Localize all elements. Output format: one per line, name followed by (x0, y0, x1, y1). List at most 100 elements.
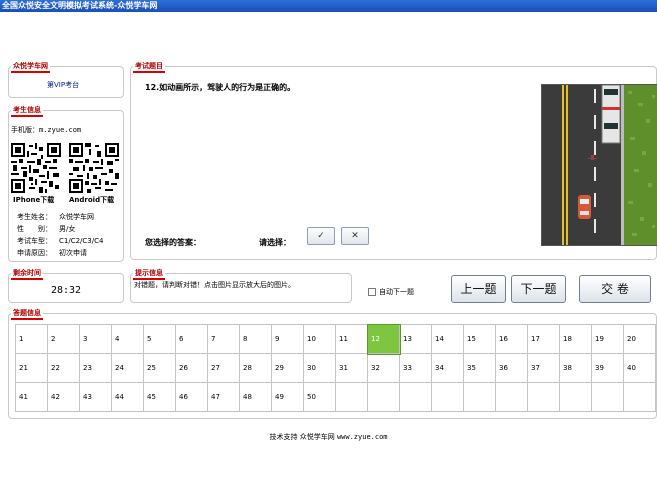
question-cell-48[interactable]: 48 (239, 382, 272, 412)
question-cell-4[interactable]: 4 (111, 324, 144, 354)
question-cell-49[interactable]: 49 (271, 382, 304, 412)
question-cell-19[interactable]: 19 (591, 324, 624, 354)
answer-grid-row: 41 42 43 44 45 46 47 48 49 50 (15, 382, 656, 412)
question-cell-3[interactable]: 3 (79, 324, 112, 354)
candidate-name-row: 考生姓名： 众悦学车网 (17, 212, 94, 222)
mobile-site-text: 手机版：m.zyue.com (11, 126, 82, 134)
answer-grid-row: 21 22 23 24 25 26 27 28 29 30 31 32 33 34 35 36 37 38 39 40 (15, 353, 656, 383)
empty-cell (431, 382, 464, 412)
question-cell-14[interactable]: 14 (431, 324, 464, 354)
question-cell-26[interactable]: 26 (175, 353, 208, 383)
school-panel: 众悦学车网 第VIP考台 (8, 61, 124, 98)
empty-cell (463, 382, 496, 412)
question-cell-12[interactable]: 12 (366, 323, 401, 355)
window-title: 全国众悦安全文明模拟考试系统-众悦学车网 (2, 1, 158, 10)
hint-panel: 提示信息 对错题，请判断对错！点击图片显示放大后的图片。 (130, 268, 352, 303)
question-cell-37[interactable]: 37 (527, 353, 560, 383)
answer-correct-button[interactable]: ✓ (307, 227, 335, 245)
question-cell-17[interactable]: 17 (527, 324, 560, 354)
question-cell-25[interactable]: 25 (143, 353, 176, 383)
footer: 技术支持 众悦学车网 www.zyue.com (0, 432, 657, 442)
question-cell-6[interactable]: 6 (175, 324, 208, 354)
timer-panel-title: 剩余时间 (11, 268, 43, 280)
question-cell-29[interactable]: 29 (271, 353, 304, 383)
question-cell-1[interactable]: 1 (15, 324, 48, 354)
question-text: 12.如动画所示，驾驶人的行为是正确的。 (145, 83, 296, 92)
question-cell-31[interactable]: 31 (335, 353, 368, 383)
answer-grid: 1 2 3 4 5 6 7 8 9 10 11 12 13 14 15 16 17 18 19 20 21 22 23 24 2… (15, 323, 656, 412)
question-cell-23[interactable]: 23 (79, 353, 112, 383)
question-cell-39[interactable]: 39 (591, 353, 624, 383)
question-cell-11[interactable]: 11 (335, 324, 368, 354)
question-cell-7[interactable]: 7 (207, 324, 240, 354)
question-cell-30[interactable]: 30 (303, 353, 336, 383)
candidate-panel-title: 考生信息 (11, 105, 43, 117)
question-cell-24[interactable]: 24 (111, 353, 144, 383)
question-cell-28[interactable]: 28 (239, 353, 272, 383)
question-cell-15[interactable]: 15 (463, 324, 496, 354)
submit-exam-button[interactable]: 交 卷 (579, 275, 651, 303)
android-qr-code-icon[interactable] (69, 143, 119, 193)
candidate-name-key: 考生姓名： (17, 213, 52, 221)
footer-url[interactable]: www.zyue.com (337, 433, 388, 441)
auto-next-checkbox[interactable]: 自动下一题 (368, 287, 414, 297)
question-cell-27[interactable]: 27 (207, 353, 240, 383)
school-panel-title: 众悦学车网 (11, 61, 50, 73)
question-cell-34[interactable]: 34 (431, 353, 464, 383)
question-cell-20[interactable]: 20 (623, 324, 656, 354)
question-cell-16[interactable]: 16 (495, 324, 528, 354)
remaining-time: 28:32 (50, 285, 82, 296)
answer-wrong-button[interactable]: ✕ (341, 227, 369, 245)
question-cell-22[interactable]: 22 (47, 353, 80, 383)
footer-support-label: 技术支持 众悦学车网 (269, 433, 335, 441)
question-cell-40[interactable]: 40 (623, 353, 656, 383)
candidate-vehicle-row: 考试车型： C1/C2/C3/C4 (17, 236, 103, 246)
question-cell-36[interactable]: 36 (495, 353, 528, 383)
question-cell-45[interactable]: 45 (143, 382, 176, 412)
candidate-reason-row: 申请原因： 初次申请 (17, 248, 87, 258)
question-cell-5[interactable]: 5 (143, 324, 176, 354)
question-cell-46[interactable]: 46 (175, 382, 208, 412)
candidate-reason-key: 申请原因： (17, 249, 52, 257)
question-panel: 考试题目 12.如动画所示，驾驶人的行为是正确的。 您选择的答案： 请选择： ✓… (130, 61, 657, 260)
question-cell-41[interactable]: 41 (15, 382, 48, 412)
iphone-qr-code-icon[interactable] (11, 143, 61, 193)
question-cell-44[interactable]: 44 (111, 382, 144, 412)
answer-grid-row: 1 2 3 4 5 6 7 8 9 10 11 12 13 14 15 16 17 18 19 20 (15, 323, 656, 355)
hint-text: 对错题，请判断对错！点击图片显示放大后的图片。 (134, 281, 295, 289)
question-cell-50[interactable]: 50 (303, 382, 336, 412)
question-cell-42[interactable]: 42 (47, 382, 80, 412)
cross-icon: ✕ (351, 231, 359, 241)
check-icon: ✓ (317, 231, 325, 241)
question-cell-35[interactable]: 35 (463, 353, 496, 383)
question-cell-33[interactable]: 33 (399, 353, 432, 383)
question-cell-32[interactable]: 32 (367, 353, 400, 383)
empty-cell (335, 382, 368, 412)
answer-info-panel: 答题信息 1 2 3 4 5 6 7 8 9 10 11 12 13 14 15 16 17 18 19 20 21 22… (8, 308, 657, 419)
question-cell-43[interactable]: 43 (79, 382, 112, 412)
candidate-vehicle-key: 考试车型： (17, 237, 52, 245)
previous-question-button[interactable]: 上一题 (451, 275, 506, 303)
question-cell-10[interactable]: 10 (303, 324, 336, 354)
candidate-gender-row: 性 别： 男/女 (17, 224, 75, 234)
exam-room-label: 第VIP考台 (47, 81, 80, 89)
candidate-reason-value: 初次申请 (59, 249, 87, 257)
question-cell-18[interactable]: 18 (559, 324, 592, 354)
checkbox-icon[interactable] (368, 288, 376, 296)
hint-panel-title: 提示信息 (133, 268, 165, 280)
question-cell-8[interactable]: 8 (239, 324, 272, 354)
candidate-info-panel: 考生信息 手机版：m.zyue.com IPhone下载 Android下载 考… (8, 105, 124, 262)
question-cell-21[interactable]: 21 (15, 353, 48, 383)
empty-cell (495, 382, 528, 412)
android-download-label[interactable]: Android下载 (69, 195, 114, 205)
candidate-gender-value: 男/女 (59, 225, 76, 233)
candidate-vehicle-value: C1/C2/C3/C4 (59, 237, 104, 245)
question-cell-9[interactable]: 9 (271, 324, 304, 354)
next-question-button[interactable]: 下一题 (511, 275, 566, 303)
question-cell-2[interactable]: 2 (47, 324, 80, 354)
question-cell-47[interactable]: 47 (207, 382, 240, 412)
question-cell-13[interactable]: 13 (399, 324, 432, 354)
question-cell-38[interactable]: 38 (559, 353, 592, 383)
iphone-download-label[interactable]: IPhone下载 (13, 195, 54, 205)
road-animation-image[interactable] (541, 84, 657, 246)
